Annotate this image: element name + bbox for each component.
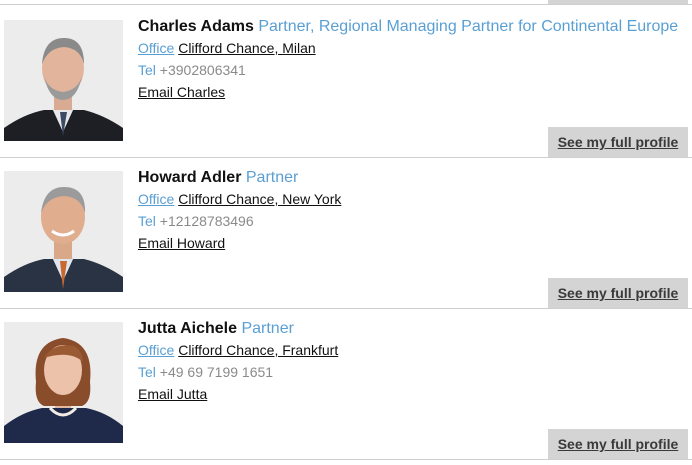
email-link[interactable]: Email Charles xyxy=(138,84,225,100)
previous-profile-button-edge[interactable] xyxy=(548,0,688,4)
person-card: Howard Adler Partner Office Clifford Cha… xyxy=(0,158,692,309)
person-photo[interactable] xyxy=(4,322,123,443)
office-label[interactable]: Office xyxy=(138,342,174,358)
office-link[interactable]: Clifford Chance, New York xyxy=(178,191,341,207)
tel-label: Tel xyxy=(138,213,156,229)
see-full-profile-button[interactable]: See my full profile xyxy=(548,278,688,308)
email-line: Email Jutta xyxy=(138,386,207,402)
email-link[interactable]: Email Howard xyxy=(138,235,225,251)
portrait-image xyxy=(4,322,123,443)
tel-line: Tel +49 69 7199 1651 xyxy=(138,364,273,380)
tel-line: Tel +12128783496 xyxy=(138,213,254,229)
email-line: Email Howard xyxy=(138,235,225,251)
tel-number: +49 69 7199 1651 xyxy=(159,364,274,380)
name-line: Howard Adler Partner xyxy=(138,169,298,187)
tel-number: +3902806341 xyxy=(159,62,246,78)
person-name: Jutta Aichele xyxy=(138,320,237,337)
divider xyxy=(0,4,692,5)
previous-entry-edge xyxy=(0,0,692,6)
name-line: Jutta Aichele Partner xyxy=(138,320,294,338)
person-title: Partner, Regional Managing Partner for C… xyxy=(258,18,679,35)
office-link[interactable]: Clifford Chance, Milan xyxy=(178,40,315,56)
portrait-image xyxy=(4,20,123,141)
person-title: Partner xyxy=(241,320,294,337)
portrait-image xyxy=(4,171,123,292)
tel-line: Tel +3902806341 xyxy=(138,62,246,78)
name-line: Charles Adams Partner, Regional Managing… xyxy=(138,18,678,36)
office-line[interactable]: Office Clifford Chance, Frankfurt xyxy=(138,342,338,358)
office-line[interactable]: Office Clifford Chance, Milan xyxy=(138,40,316,56)
office-label[interactable]: Office xyxy=(138,191,174,207)
email-line: Email Charles xyxy=(138,84,225,100)
person-name: Howard Adler xyxy=(138,169,242,186)
person-photo[interactable] xyxy=(4,171,123,292)
person-card: Jutta Aichele Partner Office Clifford Ch… xyxy=(0,309,692,460)
see-full-profile-button[interactable]: See my full profile xyxy=(548,429,688,459)
office-link[interactable]: Clifford Chance, Frankfurt xyxy=(178,342,338,358)
tel-label: Tel xyxy=(138,62,156,78)
person-card: Charles Adams Partner, Regional Managing… xyxy=(0,7,692,158)
email-link[interactable]: Email Jutta xyxy=(138,386,207,402)
person-title: Partner xyxy=(245,169,299,186)
tel-label: Tel xyxy=(138,364,156,380)
see-full-profile-button[interactable]: See my full profile xyxy=(548,127,688,157)
person-photo[interactable] xyxy=(4,20,123,141)
person-name: Charles Adams xyxy=(138,18,254,35)
office-label[interactable]: Office xyxy=(138,40,174,56)
office-line[interactable]: Office Clifford Chance, New York xyxy=(138,191,341,207)
tel-number: +12128783496 xyxy=(159,213,254,229)
